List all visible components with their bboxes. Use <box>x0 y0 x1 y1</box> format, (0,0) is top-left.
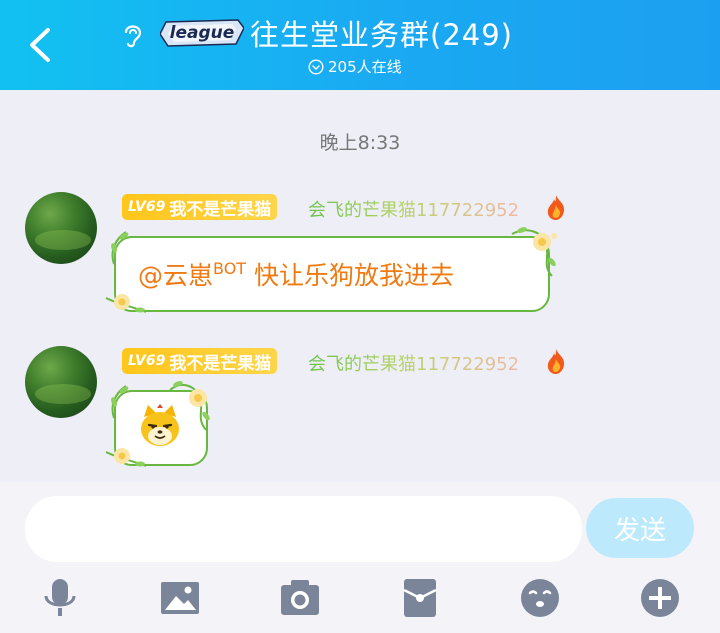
vine-flower-decoration <box>511 227 557 277</box>
chat-header: league 往生堂业务群(249) 205人在线 <box>0 0 720 90</box>
online-count-text: 205人在线 <box>328 58 402 76</box>
red-packet-icon[interactable] <box>398 576 442 620</box>
message-time-label: 晚上8:33 <box>319 132 401 154</box>
online-count[interactable]: 205人在线 <box>308 56 402 77</box>
vine-leaf-decoration <box>111 385 129 419</box>
microphone-icon[interactable] <box>38 576 82 620</box>
ear-icon[interactable] <box>118 20 148 50</box>
emoji-icon[interactable] <box>518 576 562 620</box>
flame-icon <box>547 195 565 220</box>
camera-icon[interactable] <box>278 576 322 620</box>
level-badge: LV69 我不是芒果猫 <box>122 194 278 220</box>
back-arrow-icon[interactable] <box>24 26 58 64</box>
sender-name[interactable]: 会飞的芒果猫117722952 <box>308 196 519 222</box>
sender-avatar[interactable] <box>25 192 97 264</box>
group-badge-text: league <box>169 23 235 43</box>
member-title: 我不是芒果猫 <box>169 353 272 374</box>
send-button[interactable]: 发送 <box>586 498 694 558</box>
group-badge-logo: league <box>160 18 244 48</box>
vine-flower-decoration <box>169 381 210 431</box>
plus-icon[interactable] <box>638 576 682 620</box>
bot-superscript: BOT <box>213 259 247 278</box>
level-text: LV69 <box>128 353 166 369</box>
vine-leaf-decoration <box>111 231 129 265</box>
chevron-down-circle-icon <box>308 58 324 75</box>
message-text[interactable]: @云崽BOT 快让乐狗放我进去 <box>138 256 454 292</box>
vine-flower-decoration <box>105 294 147 313</box>
member-title: 我不是芒果猫 <box>169 199 272 220</box>
chat-title[interactable]: 往生堂业务群(249) <box>250 12 513 54</box>
message-body: 快让乐狗放我进去 <box>246 261 455 290</box>
sender-name[interactable]: 会飞的芒果猫117722952 <box>308 350 519 376</box>
flame-icon <box>547 349 565 374</box>
mention-text[interactable]: @云崽 <box>138 261 213 290</box>
level-badge: LV69 我不是芒果猫 <box>122 348 278 374</box>
image-icon[interactable] <box>158 576 202 620</box>
vine-flower-decoration <box>105 448 147 467</box>
sender-avatar[interactable] <box>25 346 97 418</box>
message-input[interactable] <box>25 496 582 562</box>
level-text: LV69 <box>128 199 166 215</box>
